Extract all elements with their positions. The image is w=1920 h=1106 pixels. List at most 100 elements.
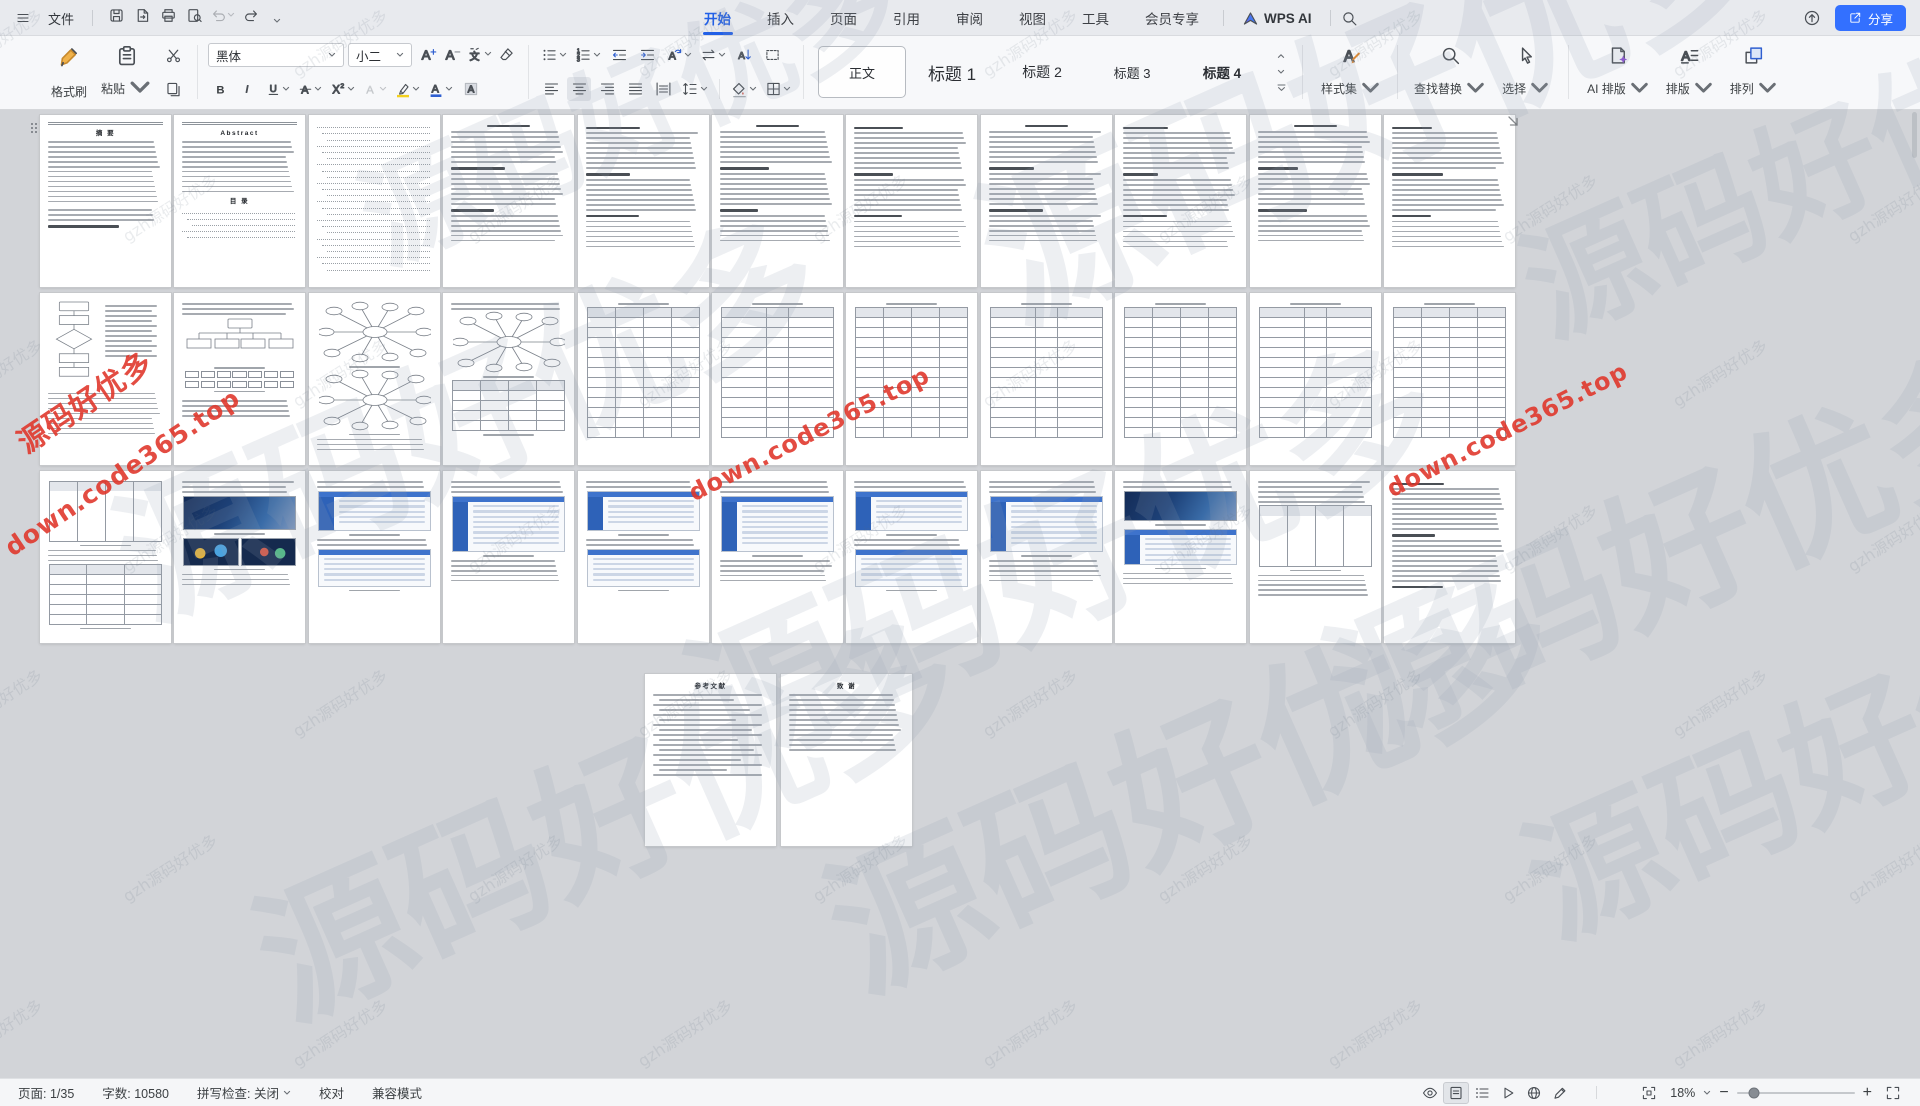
page-thumbnail-16[interactable] [578, 293, 709, 465]
ai-typeset-button[interactable]: AI 排版 [1579, 41, 1658, 103]
page-thumbnail-18[interactable] [846, 293, 977, 465]
underline-button[interactable]: U [264, 77, 292, 101]
page-thumbnail-2[interactable]: Abstract目 录 [174, 115, 305, 287]
font-family-select[interactable]: 黑体 [208, 43, 344, 67]
page-thumbnail-12[interactable] [40, 293, 171, 465]
sort-button[interactable]: A [732, 43, 756, 67]
page-thumbnail-3[interactable] [309, 115, 440, 287]
page-indicator[interactable]: 页面: 1/35 [18, 1083, 74, 1102]
page-thumbnail-22[interactable] [1384, 293, 1515, 465]
text-direction-button[interactable]: A [663, 43, 694, 67]
style-set-button[interactable]: A样式集 [1313, 41, 1389, 103]
decrease-indent-button[interactable] [607, 43, 631, 67]
tab-0[interactable]: 开始 [686, 0, 749, 36]
highlight-color-button[interactable] [393, 77, 422, 101]
vertical-scrollbar[interactable] [1912, 112, 1917, 158]
tab-5[interactable]: 视图 [1001, 0, 1064, 36]
proofread[interactable]: 校对 [319, 1083, 344, 1102]
superscript-button[interactable]: X2 [328, 77, 357, 101]
page-thumbnail-11[interactable] [1384, 115, 1515, 287]
share-button[interactable]: 分享 [1835, 5, 1906, 31]
file-menu-button[interactable]: 文件 [40, 5, 82, 31]
page-thumbnail-29[interactable] [846, 471, 977, 643]
page-thumbnail-35[interactable]: 致 谢 [781, 674, 912, 846]
export-button[interactable] [129, 2, 155, 28]
page-thumbnail-30[interactable] [981, 471, 1112, 643]
tab-7[interactable]: 会员专享 [1127, 0, 1217, 36]
word-count[interactable]: 字数: 10580 [102, 1083, 169, 1102]
show-formatting-marks-button[interactable] [760, 43, 784, 67]
print-preview-button[interactable] [181, 2, 207, 28]
find-replace-button[interactable]: 查找替换 [1406, 41, 1494, 103]
page-thumbnail-25[interactable] [309, 471, 440, 643]
style-1[interactable]: 标题 1 [908, 46, 996, 98]
print-button[interactable] [155, 2, 181, 28]
page-thumbnail-8[interactable] [981, 115, 1112, 287]
bullet-list-button[interactable] [539, 43, 569, 67]
tab-2[interactable]: 页面 [812, 0, 875, 36]
page-thumbnail-20[interactable] [1115, 293, 1246, 465]
zoom-in-button[interactable]: + [1863, 1085, 1872, 1101]
paste-button[interactable]: 粘贴 [94, 41, 159, 103]
read-mode-button[interactable] [1495, 1082, 1521, 1104]
increase-font-size-button[interactable]: A [416, 42, 440, 66]
global-menu-button[interactable] [10, 5, 36, 31]
redo-button[interactable] [238, 2, 264, 28]
sync-status-button[interactable] [1799, 5, 1825, 31]
tab-6[interactable]: 工具 [1064, 0, 1127, 36]
tab-3[interactable]: 引用 [875, 0, 938, 36]
typeset-button[interactable]: A排版 [1658, 41, 1722, 103]
style-4[interactable]: 标题 4 [1178, 46, 1266, 98]
font-size-select[interactable]: 小二 [348, 43, 412, 67]
page-thumbnail-17[interactable] [712, 293, 843, 465]
zoom-slider-knob[interactable] [1749, 1087, 1760, 1098]
page-view-button[interactable] [1443, 1082, 1469, 1104]
page-thumbnail-5[interactable] [578, 115, 709, 287]
page-thumbnail-34[interactable]: 参考文献 [645, 674, 776, 846]
gallery-more-button[interactable] [1273, 81, 1289, 95]
numbered-list-button[interactable]: 123 [573, 43, 603, 67]
page-thumbnail-7[interactable] [846, 115, 977, 287]
page-thumbnail-14[interactable] [309, 293, 440, 465]
page-thumbnail-15[interactable] [443, 293, 574, 465]
format-painter-button[interactable]: 格式刷 [44, 41, 94, 103]
more-commands-button[interactable] [264, 8, 290, 34]
page-thumbnail-33[interactable] [1384, 471, 1515, 643]
justify-button[interactable] [623, 77, 647, 101]
page-thumbnail-13[interactable] [174, 293, 305, 465]
clear-format-button[interactable] [494, 42, 518, 66]
gallery-scroll-up-button[interactable] [1273, 49, 1289, 63]
cjk-layout-button[interactable] [698, 43, 728, 67]
cut-button[interactable] [161, 43, 185, 67]
page-thumbnail-31[interactable] [1115, 471, 1246, 643]
select-button[interactable]: 选择 [1494, 41, 1558, 103]
page-thumbnail-26[interactable] [443, 471, 574, 643]
page-thumbnail-28[interactable] [712, 471, 843, 643]
pinyin-guide-button[interactable]: 文 [464, 42, 494, 66]
fit-page-button[interactable] [1636, 1082, 1662, 1104]
page-thumbnail-4[interactable] [443, 115, 574, 287]
search-button[interactable] [1337, 5, 1363, 31]
page-thumbnail-23[interactable] [40, 471, 171, 643]
bold-button[interactable]: B [208, 77, 232, 101]
strikethrough-button[interactable]: A [296, 77, 324, 101]
undo-button[interactable] [207, 2, 238, 28]
document-canvas[interactable]: 摘 要Abstract目 录 参考文献致 谢 源码好优多down.code365… [0, 110, 1920, 1078]
tab-wps-ai[interactable]: WPS AI [1230, 0, 1324, 36]
page-thumbnail-32[interactable] [1250, 471, 1381, 643]
decrease-font-size-button[interactable]: A [440, 42, 464, 66]
italic-button[interactable]: I [236, 77, 260, 101]
zoom-out-button[interactable]: − [1719, 1085, 1728, 1101]
page-thumbnail-1[interactable]: 摘 要 [40, 115, 171, 287]
copy-button[interactable] [161, 77, 185, 101]
distribute-button[interactable] [651, 77, 675, 101]
compatibility-mode[interactable]: 兼容模式 [372, 1083, 422, 1102]
text-effect-button[interactable]: A [361, 77, 389, 101]
tab-4[interactable]: 审阅 [938, 0, 1001, 36]
tab-1[interactable]: 插入 [749, 0, 812, 36]
zoom-slider[interactable] [1737, 1092, 1855, 1094]
borders-button[interactable] [763, 77, 793, 101]
fullscreen-button[interactable] [1880, 1082, 1906, 1104]
page-thumbnail-27[interactable] [578, 471, 709, 643]
save-button[interactable] [103, 2, 129, 28]
